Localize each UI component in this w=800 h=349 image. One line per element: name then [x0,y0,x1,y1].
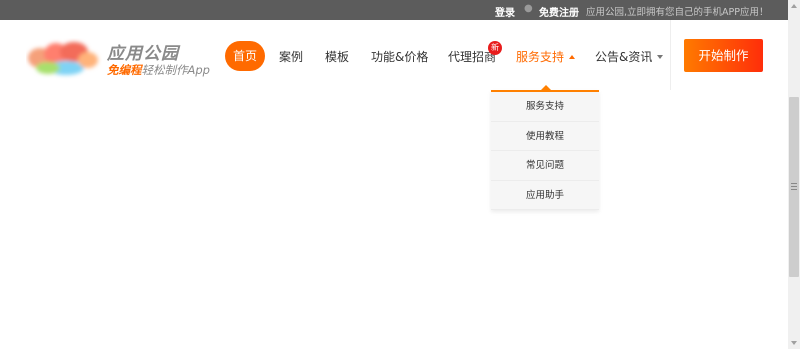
logo-title[interactable]: 应用公园 [107,39,179,64]
vertical-scrollbar[interactable] [788,0,800,349]
nav-news-label: 公告&资讯 [595,50,653,64]
logo-subtitle: 免编程轻松制作App [107,62,210,78]
dropdown-arrow-icon [541,85,551,90]
scroll-down-arrow-icon[interactable] [788,337,800,349]
top-slogan: 应用公园,立即拥有您自己的手机APP应用！ [586,7,769,18]
logo-subtitle-highlight: 免编程 [107,63,142,77]
dropdown-item-assistant[interactable]: 应用助手 [491,180,599,210]
nav-features-pricing[interactable]: 功能&价格 [371,48,428,65]
caret-up-icon [569,54,576,59]
service-dropdown-menu: 服务支持 使用教程 常见问题 应用助手 [491,85,599,210]
dropdown-item-tutorial[interactable]: 使用教程 [491,121,599,151]
nav-service[interactable]: 服务支持 [516,48,576,65]
separator-dot: ● [524,3,533,14]
new-badge: 新 [488,41,502,55]
grip-icon [791,183,797,190]
caret-down-icon [657,54,664,59]
dropdown-item-service[interactable]: 服务支持 [491,92,599,122]
login-link[interactable]: 登录 [495,4,515,19]
site-header: 应用公园 免编程轻松制作App 首页 案例 模板 功能&价格 代理招商 新 服务… [0,20,788,90]
nav-service-label: 服务支持 [516,50,565,64]
register-link[interactable]: 免费注册 [539,4,579,19]
nav-home[interactable]: 首页 [225,41,265,71]
nav-news[interactable]: 公告&资讯 [595,48,664,65]
scroll-up-arrow-icon[interactable] [788,0,800,12]
dropdown-item-faq[interactable]: 常见问题 [491,151,599,181]
scrollbar-thumb[interactable] [789,97,799,277]
start-making-button[interactable]: 开始制作 [684,39,763,72]
logo-icon[interactable] [26,38,102,80]
nav-templates[interactable]: 模板 [325,48,349,65]
nav-cases[interactable]: 案例 [279,48,303,65]
logo-subtitle-text: 轻松制作App [141,63,210,77]
header-divider [670,20,671,90]
top-bar: 登录 ● 免费注册 应用公园,立即拥有您自己的手机APP应用！ [0,0,788,20]
